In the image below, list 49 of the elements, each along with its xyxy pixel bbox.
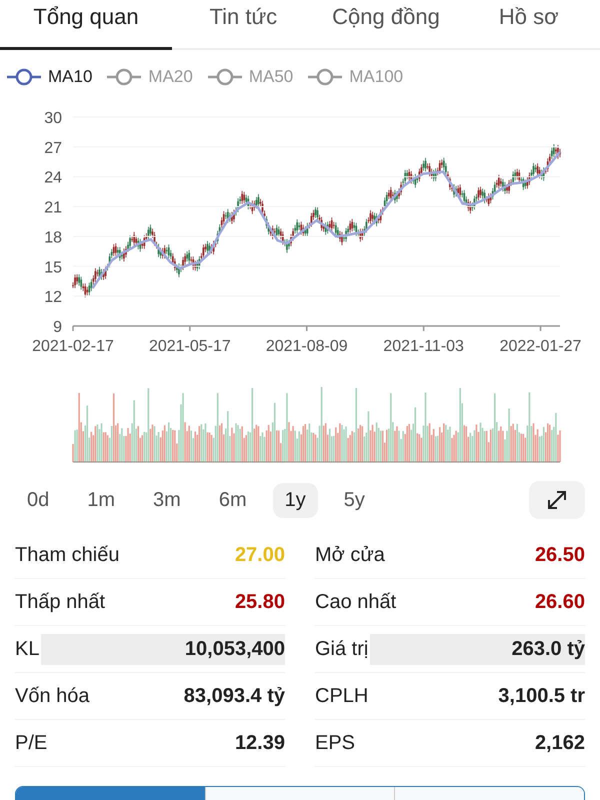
stat-value: 27.00 <box>234 544 285 566</box>
stat-value: 26.60 <box>534 590 585 614</box>
stat-label: Tham chiếu <box>15 544 120 566</box>
tab[interactable]: Tin tức <box>172 0 315 48</box>
stat-value: 25.80 <box>234 590 285 614</box>
axis-label: 2021-08-09 <box>266 338 348 355</box>
stat-value: 83,093.4 tỷ <box>184 684 285 708</box>
axis-label: 9 <box>53 319 62 336</box>
stat-value: 2,162 <box>534 732 585 754</box>
period-button[interactable]: 1y <box>272 482 318 518</box>
line-circle-icon <box>206 67 243 87</box>
axis-label: 30 <box>44 110 62 127</box>
stat-label: Giá trị <box>315 638 368 660</box>
axis-label: 27 <box>44 140 62 157</box>
legend-item[interactable]: MA10 <box>6 62 92 92</box>
axis-label: 12 <box>44 289 62 306</box>
stat-value: 12.39 <box>234 732 285 754</box>
stat-label: CPLH <box>315 684 368 708</box>
axis-label: 2021-02-17 <box>32 338 114 355</box>
axis-label: 21 <box>44 200 62 217</box>
tab[interactable]: Hồ sơ <box>457 0 600 48</box>
line-circle-icon <box>307 67 344 87</box>
stat-label: EPS <box>315 732 356 754</box>
stat-label: Vốn hóa <box>15 684 90 708</box>
stat-value: 10,053,400 <box>41 634 285 664</box>
stat-value: 3,100.5 tr <box>498 684 585 708</box>
stat-label: Mở cửa <box>315 544 385 566</box>
axis-label: 2022-01-27 <box>500 338 582 355</box>
axis-label: 15 <box>44 259 62 276</box>
tab[interactable]: Cộng đồng <box>314 0 458 48</box>
axis-label: 18 <box>44 229 62 246</box>
stat-value: 26.50 <box>534 544 585 566</box>
stat-label: Thấp nhất <box>15 590 106 614</box>
stat-label: KL <box>15 638 40 660</box>
period-button[interactable]: 1m <box>75 482 128 518</box>
tab[interactable]: Tổng quan <box>0 0 172 50</box>
line-circle-icon <box>6 67 42 87</box>
axis-label: 2021-05-17 <box>148 338 231 355</box>
period-button[interactable]: 6m <box>206 482 259 518</box>
line-circle-icon <box>106 67 142 87</box>
axis-label: 24 <box>44 170 62 187</box>
period-button[interactable]: 3m <box>141 482 193 518</box>
axis-label: 2021-11-03 <box>383 338 464 355</box>
period-button[interactable]: 0d <box>15 482 62 518</box>
period-button[interactable]: 5y <box>332 482 377 518</box>
stat-label: Cao nhất <box>315 590 396 614</box>
stat-value: 263.0 tỷ <box>370 634 585 664</box>
expand-button[interactable] <box>529 481 585 519</box>
stat-label: P/E <box>15 732 48 754</box>
